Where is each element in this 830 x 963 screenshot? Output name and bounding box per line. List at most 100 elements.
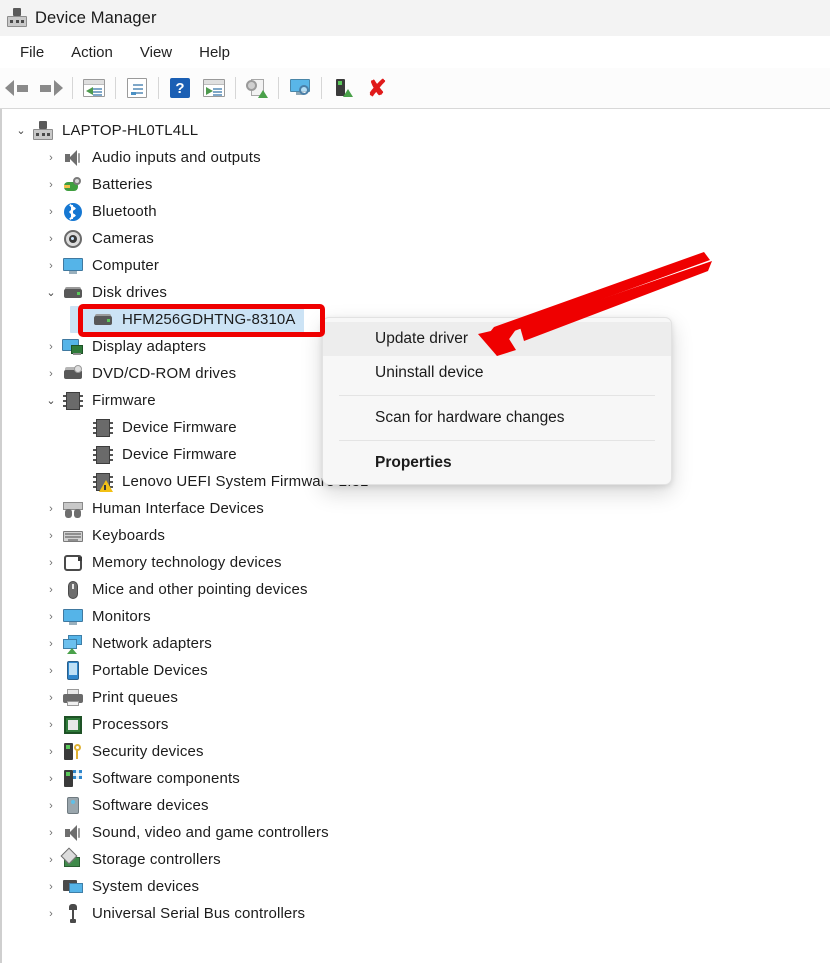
tree-item-label: Firmware [92, 392, 156, 409]
menu-item-action[interactable]: Action [60, 41, 124, 64]
tree-expander[interactable]: › [40, 144, 62, 171]
toolbar-separator [115, 77, 116, 99]
printer-icon [62, 687, 84, 709]
tree-item[interactable]: › Software components [40, 765, 240, 792]
tree-item[interactable]: ⌄ LAPTOP-HL0TL4LL [10, 117, 198, 144]
tree-expander[interactable]: › [40, 225, 62, 252]
tree-expander[interactable]: › [40, 549, 62, 576]
tree-item[interactable]: › Keyboards [40, 522, 165, 549]
tree-item[interactable]: › Portable Devices [40, 657, 208, 684]
context-menu-item[interactable]: Uninstall device [323, 356, 671, 390]
tree-item-label: System devices [92, 878, 200, 895]
tree-expander[interactable]: › [40, 198, 62, 225]
menu-item-file[interactable]: File [9, 41, 55, 64]
tree-item[interactable]: › Storage controllers [40, 846, 221, 873]
tree-item[interactable]: › Memory technology devices [40, 549, 282, 576]
uninstall-device-button[interactable]: ✘ [360, 72, 394, 104]
system-device-icon [62, 876, 84, 898]
tree-expander[interactable]: › [40, 657, 62, 684]
tree-expander[interactable]: › [40, 603, 62, 630]
tree-item[interactable]: › DVD/CD-ROM drives [40, 360, 236, 387]
firmware-warning-icon [92, 471, 114, 493]
tree-item[interactable]: › Universal Serial Bus controllers [40, 900, 305, 927]
tree-expander[interactable]: › [40, 738, 62, 765]
tree-expander[interactable]: › [40, 630, 62, 657]
context-menu[interactable]: Update driver Uninstall device Scan for ha… [322, 317, 672, 485]
tree-item[interactable]: › Display adapters [40, 333, 206, 360]
tree-expander[interactable]: › [40, 765, 62, 792]
tree-item-label: Mice and other pointing devices [92, 581, 308, 598]
firmware-icon [62, 390, 84, 412]
tree-expander[interactable]: ⌄ [40, 387, 62, 414]
forward-button[interactable] [34, 72, 68, 104]
hid-icon [62, 498, 84, 520]
tree-item[interactable]: › Cameras [40, 225, 154, 252]
tree-expander[interactable]: › [40, 495, 62, 522]
scan-for-hardware-changes-icon [288, 78, 312, 98]
tree-item[interactable]: ⌄ Firmware [40, 387, 156, 414]
show-hide-console-tree-button[interactable] [77, 72, 111, 104]
menu-item-help[interactable]: Help [188, 41, 241, 64]
tree-item[interactable]: Device Firmware [70, 414, 237, 441]
tree-expander[interactable]: › [40, 819, 62, 846]
tree-expander[interactable]: › [40, 333, 62, 360]
monitor-icon [62, 606, 84, 628]
context-menu-item[interactable]: Scan for hardware changes [323, 401, 671, 435]
tree-item-label: Software devices [92, 797, 209, 814]
tree-expander[interactable]: › [40, 171, 62, 198]
toolbar-separator [321, 77, 322, 99]
tree-expander[interactable]: ⌄ [40, 279, 62, 306]
tree-item-label: Portable Devices [92, 662, 208, 679]
tree-item-selected[interactable]: HFM256GDHTNG-8310A [70, 306, 304, 333]
tree-item[interactable]: › Network adapters [40, 630, 212, 657]
tree-expander[interactable]: › [40, 252, 62, 279]
tree-expander[interactable]: › [40, 792, 62, 819]
update-driver-button[interactable] [240, 72, 274, 104]
tree-item[interactable]: › Human Interface Devices [40, 495, 264, 522]
display-adapter-icon [62, 336, 84, 358]
context-menu-item[interactable]: Properties [323, 446, 671, 480]
tree-item[interactable]: › Sound, video and game controllers [40, 819, 329, 846]
disable-device-button[interactable] [326, 72, 360, 104]
usb-icon [62, 903, 84, 925]
tree-expander[interactable]: ⌄ [10, 117, 32, 144]
tree-item[interactable]: Device Firmware [70, 441, 237, 468]
tree-item[interactable]: › Print queues [40, 684, 178, 711]
device-manager-window: Device Manager File Action View Help ? ✘… [0, 0, 830, 963]
battery-icon [62, 174, 84, 196]
tree-item[interactable]: › Security devices [40, 738, 204, 765]
tree-item[interactable]: › Software devices [40, 792, 209, 819]
security-device-icon [62, 741, 84, 763]
tree-expander[interactable]: › [40, 684, 62, 711]
tree-item[interactable]: ⌄ Disk drives [40, 279, 167, 306]
tree-item[interactable]: › Mice and other pointing devices [40, 576, 308, 603]
menu-item-view[interactable]: View [129, 41, 183, 64]
tree-item[interactable]: › Bluetooth [40, 198, 157, 225]
tree-item[interactable]: › System devices [40, 873, 199, 900]
tree-expander[interactable]: › [40, 576, 62, 603]
context-menu-item[interactable]: Update driver [323, 322, 671, 356]
show-hide-action-pane-button[interactable] [197, 72, 231, 104]
back-button[interactable] [0, 72, 34, 104]
tree-expander[interactable]: › [40, 522, 62, 549]
tree-expander[interactable]: › [40, 900, 62, 927]
tree-item-label: Storage controllers [92, 851, 221, 868]
tree-expander[interactable]: › [40, 873, 62, 900]
tree-item[interactable]: › Processors [40, 711, 169, 738]
tree-item[interactable]: › Monitors [40, 603, 151, 630]
scan-for-hardware-changes-button[interactable] [283, 72, 317, 104]
tree-item-label: Bluetooth [92, 203, 157, 220]
toolbar-separator [235, 77, 236, 99]
tree-item[interactable]: › Batteries [40, 171, 153, 198]
context-menu-separator [339, 440, 655, 441]
toolbar-separator [278, 77, 279, 99]
device-tree[interactable]: ⌄ LAPTOP-HL0TL4LL › Audio inputs and output… [0, 109, 830, 963]
tree-item[interactable]: › Audio inputs and outputs [40, 144, 261, 171]
tree-expander[interactable]: › [40, 711, 62, 738]
tree-item[interactable]: › Computer [40, 252, 159, 279]
tree-expander[interactable]: › [40, 846, 62, 873]
tree-expander[interactable]: › [40, 360, 62, 387]
help-button[interactable]: ? [163, 72, 197, 104]
properties-button[interactable] [120, 72, 154, 104]
keyboard-icon [62, 525, 84, 547]
